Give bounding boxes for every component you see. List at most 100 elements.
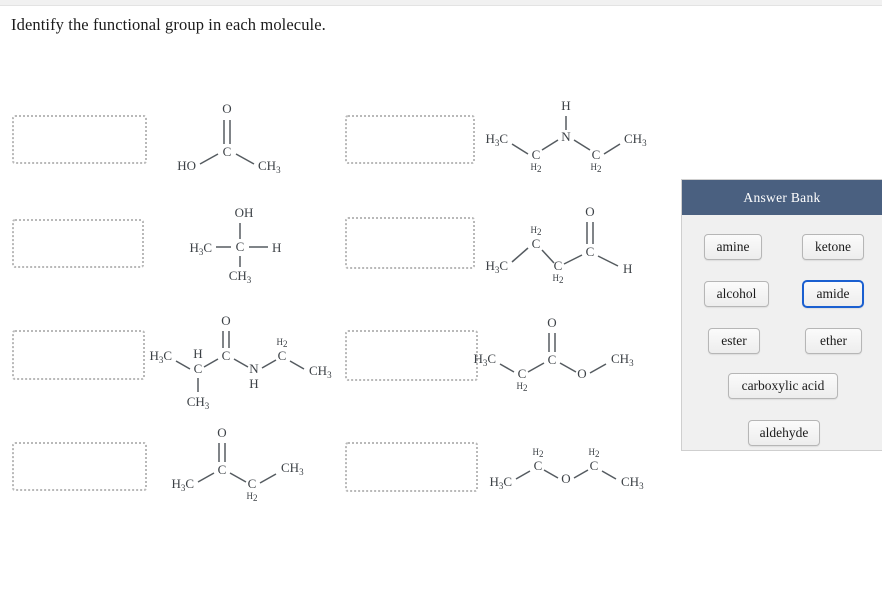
atom-label-o: O [222, 101, 231, 116]
atom-label-h3c: H3C [189, 240, 212, 257]
atom-label-o: O [585, 204, 594, 219]
bond-o-ch3 [589, 363, 607, 374]
atom-label-oh: OH [235, 205, 254, 220]
bond-n-ceth [261, 359, 277, 369]
atom-label-ch-c: C [194, 361, 203, 376]
answer-bank-body: amine ketone alcohol amide ester ether c… [682, 215, 882, 450]
atom-label-c-mid: C [532, 236, 541, 251]
atom-label-h3c: H3C [149, 348, 172, 365]
bond-ccarbonyl-cmid [229, 472, 247, 483]
bond-cmid-h3c [499, 363, 515, 373]
molecule-diethyl-ether: O C H2 H3C C H2 CH3 [486, 440, 646, 496]
molecule-acetic-acid: O C HO CH3 [177, 96, 292, 175]
bond-cmid-ch3 [259, 473, 277, 484]
bond-cmid-h3c [511, 247, 529, 263]
atom-label-ch3: CH3 [281, 460, 304, 477]
bond-o-cleft [543, 469, 559, 479]
top-chrome-strip [0, 0, 882, 6]
bond-cright-ch3 [603, 143, 621, 155]
atom-label-ch3: CH3 [611, 351, 634, 368]
atom-label-ch3: CH3 [621, 474, 644, 491]
atom-label-n: N [249, 361, 259, 376]
atom-label-o-single: O [577, 366, 586, 381]
atom-label-ch3: CH3 [229, 268, 252, 285]
bond-ccarbonyl-cmid [527, 362, 545, 373]
dropzone-4[interactable] [345, 217, 475, 269]
answer-bank-panel: Answer Bank amine ketone alcohol amide e… [681, 179, 882, 451]
dropzone-8[interactable] [345, 442, 478, 492]
atom-label-h3c: H3C [473, 351, 496, 368]
bond-cleft-h3c [515, 470, 531, 480]
atom-label-c-right: C [590, 458, 599, 473]
dropzone-1[interactable] [12, 115, 147, 164]
atom-label-h-top: H [561, 98, 570, 113]
bond-n-cleft [541, 139, 559, 151]
atom-label-c-right-sub: H2 [591, 162, 602, 174]
atom-label-h3c: H3C [171, 476, 194, 493]
atom-label-h3c: H3C [489, 474, 512, 491]
page-title: Identify the functional group in each mo… [11, 15, 326, 34]
answer-bank-title: Answer Bank [682, 180, 882, 215]
atom-label-c-mid-sub: H2 [517, 381, 528, 393]
bond-ccarbonyl-n [233, 358, 249, 368]
molecule-methyl-propanoate: O C C H2 H3C O CH3 [473, 312, 646, 393]
atom-label-ch-h: H [193, 346, 202, 361]
atom-label-c: C [223, 144, 232, 159]
atom-label-c-mid: C [248, 476, 257, 491]
atom-label-ch3: CH3 [309, 363, 332, 380]
answer-chip-carboxylic-acid[interactable]: carboxylic acid [728, 373, 838, 399]
answer-chip-amine[interactable]: amine [704, 234, 762, 260]
atom-label-c-carbonyl: C [586, 244, 595, 259]
atom-label-c-eth: C [278, 348, 287, 363]
answer-chip-alcohol[interactable]: alcohol [704, 281, 769, 307]
atom-label-o: O [221, 313, 230, 328]
dropzone-2[interactable] [345, 115, 475, 164]
atom-label-c-low-sub: H2 [553, 273, 564, 285]
atom-label-ch3: CH3 [624, 131, 647, 148]
molecule-diethylamine: H N C H2 H3C C H2 CH3 [485, 96, 647, 174]
atom-label-o: O [217, 425, 226, 440]
atom-label-c-carbonyl: C [548, 352, 557, 367]
bond-c-h [597, 255, 619, 267]
atom-label-c-left-sub: H2 [531, 162, 542, 174]
bond-c-ch3 [235, 153, 255, 165]
answer-chip-ether[interactable]: ether [805, 328, 862, 354]
bond-ccarbonyl-o [559, 362, 577, 373]
atom-label-c: C [236, 239, 245, 254]
answer-chip-aldehyde[interactable]: aldehyde [748, 420, 820, 446]
bond-ceth-ch3 [289, 360, 305, 370]
atom-label-n: N [561, 129, 571, 144]
atom-label-c-low: C [554, 258, 563, 273]
bond-c-ho [199, 153, 219, 165]
atom-label-c-carbonyl: C [222, 348, 231, 363]
atom-label-h: H [272, 240, 281, 255]
bond-o-cright [573, 469, 589, 479]
molecule-butanal: O C H C H2 C H2 H3C [485, 200, 646, 285]
molecule-butanone: O C H3C C H2 CH3 [168, 422, 318, 503]
atom-label-o-double: O [547, 315, 556, 330]
dropzone-3[interactable] [12, 219, 144, 268]
bond-c-clow [563, 254, 583, 265]
molecule-n-ethyl-2-methylpropanamide: O C C H H3C CH3 N H C H2 CH3 [149, 310, 342, 411]
atom-label-c-left: C [534, 458, 543, 473]
atom-label-c-mid-sub: H2 [247, 491, 258, 503]
atom-label-h3c: H3C [485, 131, 508, 148]
bond-ch-h3c [175, 360, 191, 370]
bond-cleft-h3c [511, 143, 529, 155]
atom-label-o: O [561, 471, 570, 486]
bond-ccarbonyl-ch [203, 358, 219, 368]
atom-label-h3c: H3C [485, 258, 508, 275]
dropzone-6[interactable] [345, 330, 478, 381]
bond-ccarbonyl-h3c [197, 472, 215, 483]
dropzone-5[interactable] [12, 330, 145, 380]
dropzone-7[interactable] [12, 442, 147, 491]
atom-label-c-left: C [532, 147, 541, 162]
bond-n-cright [573, 139, 591, 151]
answer-chip-ester[interactable]: ester [708, 328, 760, 354]
atom-label-c-mid: C [518, 366, 527, 381]
bond-clow-cmid [541, 249, 555, 264]
atom-label-c-right: C [592, 147, 601, 162]
molecule-isopropanol: OH C H3C H CH3 [188, 201, 308, 285]
answer-chip-ketone[interactable]: ketone [802, 234, 864, 260]
answer-chip-amide[interactable]: amide [802, 280, 864, 308]
